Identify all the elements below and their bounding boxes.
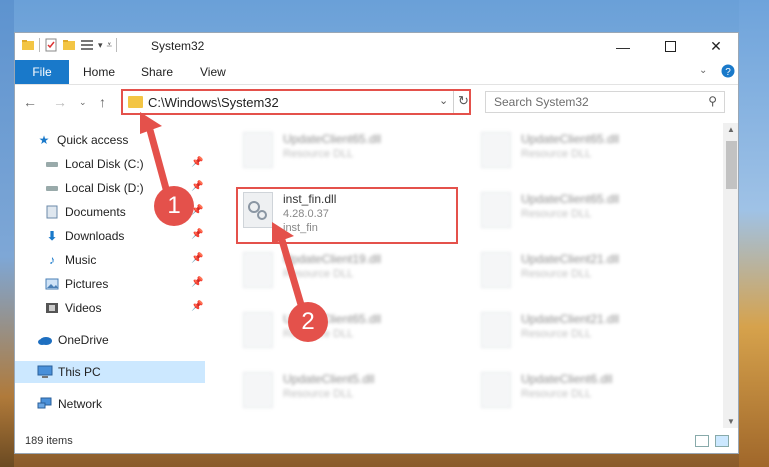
arrow-2	[278, 239, 306, 309]
step-badge-2: 2	[288, 302, 328, 342]
annotation-arrows	[140, 112, 306, 309]
step-badge-1: 1	[154, 186, 194, 226]
arrow-1	[146, 129, 172, 197]
